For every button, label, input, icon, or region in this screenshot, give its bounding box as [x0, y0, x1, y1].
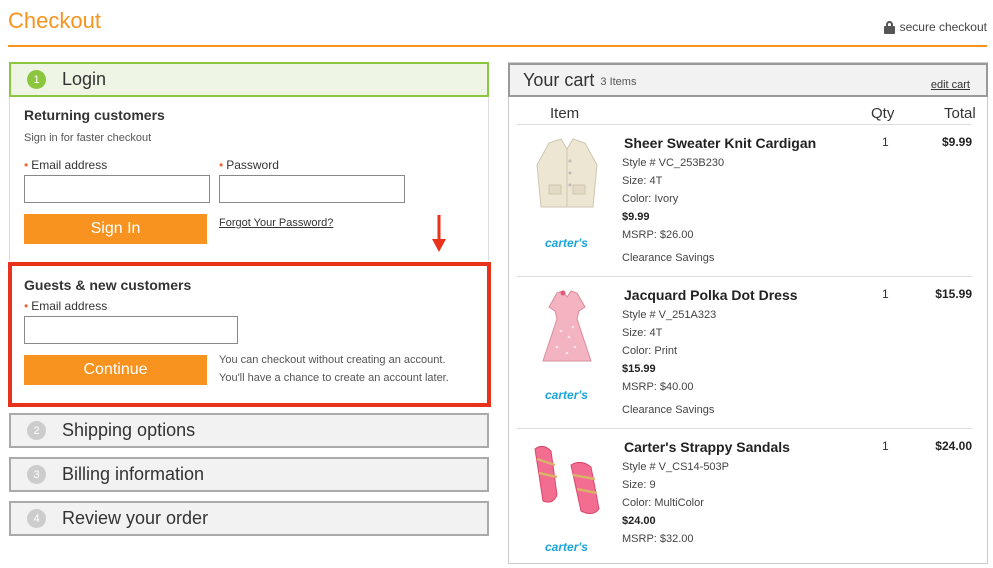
- item-price: $24.00: [622, 515, 656, 527]
- dress-image[interactable]: [527, 287, 607, 367]
- step-number: 1: [27, 70, 46, 89]
- item-note: Clearance Savings: [622, 404, 715, 416]
- guest-checkout-panel: Guests & new customers • Email address Co…: [8, 262, 491, 407]
- secure-checkout-label: secure checkout: [899, 20, 987, 34]
- cart-title: Your cart: [523, 69, 595, 90]
- step-shipping[interactable]: 2 Shipping options: [9, 413, 489, 448]
- lock-icon: [883, 20, 895, 34]
- cart-header: Your cart 3 Items edit cart: [508, 63, 988, 97]
- cart-panel: Your cart 3 Items edit cart Item Qty Tot…: [508, 62, 988, 564]
- brand-logo: carter's: [545, 540, 588, 554]
- brand-logo: carter's: [545, 388, 588, 402]
- continue-button[interactable]: Continue: [24, 355, 207, 385]
- item-size: Size: 4T: [622, 175, 663, 187]
- item-price: $15.99: [622, 363, 656, 375]
- cart-item: carter's Carter's Strappy Sandals Style …: [509, 429, 988, 568]
- item-name[interactable]: Sheer Sweater Knit Cardigan: [624, 135, 816, 151]
- guest-email-label: • Email address: [24, 299, 108, 313]
- returning-subtext: Sign in for faster checkout: [24, 132, 152, 144]
- step-label: Shipping options: [62, 420, 196, 440]
- item-color: Color: Print: [622, 345, 678, 357]
- item-total: $24.00: [935, 439, 972, 453]
- item-size: Size: 4T: [622, 327, 663, 339]
- col-qty-header: Qty: [871, 105, 895, 122]
- step-label: Billing information: [62, 464, 205, 484]
- item-msrp: MSRP: $32.00: [622, 533, 694, 545]
- email-label: • Email address: [24, 158, 108, 172]
- item-qty: 1: [882, 287, 889, 301]
- forgot-password-link[interactable]: Forgot Your Password?: [219, 217, 333, 229]
- item-note: Clearance Savings: [622, 252, 715, 264]
- cart-item: carter's Jacquard Polka Dot Dress Style …: [509, 277, 988, 429]
- col-item-header: Item: [550, 105, 580, 122]
- item-qty: 1: [882, 439, 889, 453]
- brand-logo: carter's: [545, 236, 588, 250]
- login-email-input[interactable]: [24, 175, 210, 203]
- login-panel: Returning customers Sign in for faster c…: [9, 97, 489, 261]
- item-qty: 1: [882, 135, 889, 149]
- step-number: 4: [27, 509, 46, 528]
- step-number: 2: [27, 421, 46, 440]
- guest-note-line2: You'll have a chance to create an accoun…: [219, 372, 449, 384]
- returning-heading: Returning customers: [24, 107, 165, 123]
- item-total: $15.99: [935, 287, 972, 301]
- item-msrp: MSRP: $40.00: [622, 381, 694, 393]
- cart-item: carter's Sheer Sweater Knit Cardigan Sty…: [509, 125, 988, 277]
- step-review[interactable]: 4 Review your order: [9, 501, 489, 536]
- edit-cart-link[interactable]: edit cart: [931, 79, 970, 91]
- step-login[interactable]: 1 Login: [9, 62, 489, 97]
- step-billing[interactable]: 3 Billing information: [9, 457, 489, 492]
- item-price: $9.99: [622, 211, 650, 223]
- secure-checkout: secure checkout: [883, 20, 987, 34]
- step-label: Login: [62, 69, 107, 89]
- item-msrp: MSRP: $26.00: [622, 229, 694, 241]
- item-color: Color: MultiColor: [622, 497, 704, 509]
- cardigan-image[interactable]: [527, 135, 607, 215]
- sandals-image[interactable]: [527, 439, 607, 519]
- down-arrow-icon: [432, 215, 446, 252]
- step-label: Review your order: [62, 508, 209, 528]
- header-divider: [8, 45, 987, 47]
- cart-count: 3 Items: [600, 76, 637, 88]
- item-name[interactable]: Carter's Strappy Sandals: [624, 439, 790, 455]
- guest-note-line1: You can checkout without creating an acc…: [219, 354, 446, 366]
- item-total: $9.99: [941, 135, 972, 149]
- password-label: • Password: [219, 158, 279, 172]
- item-style: Style # V_CS14-503P: [622, 461, 730, 473]
- item-color: Color: Ivory: [622, 193, 679, 205]
- guest-heading: Guests & new customers: [24, 277, 192, 293]
- item-size: Size: 9: [622, 479, 656, 491]
- item-name[interactable]: Jacquard Polka Dot Dress: [624, 287, 798, 303]
- page-title: Checkout: [8, 8, 101, 33]
- step-number: 3: [27, 465, 46, 484]
- item-style: Style # VC_253B230: [622, 157, 725, 169]
- login-password-input[interactable]: [219, 175, 405, 203]
- guest-email-input[interactable]: [24, 316, 238, 344]
- sign-in-button[interactable]: Sign In: [24, 214, 207, 244]
- item-style: Style # V_251A323: [622, 309, 717, 321]
- col-total-header: Total: [944, 105, 976, 122]
